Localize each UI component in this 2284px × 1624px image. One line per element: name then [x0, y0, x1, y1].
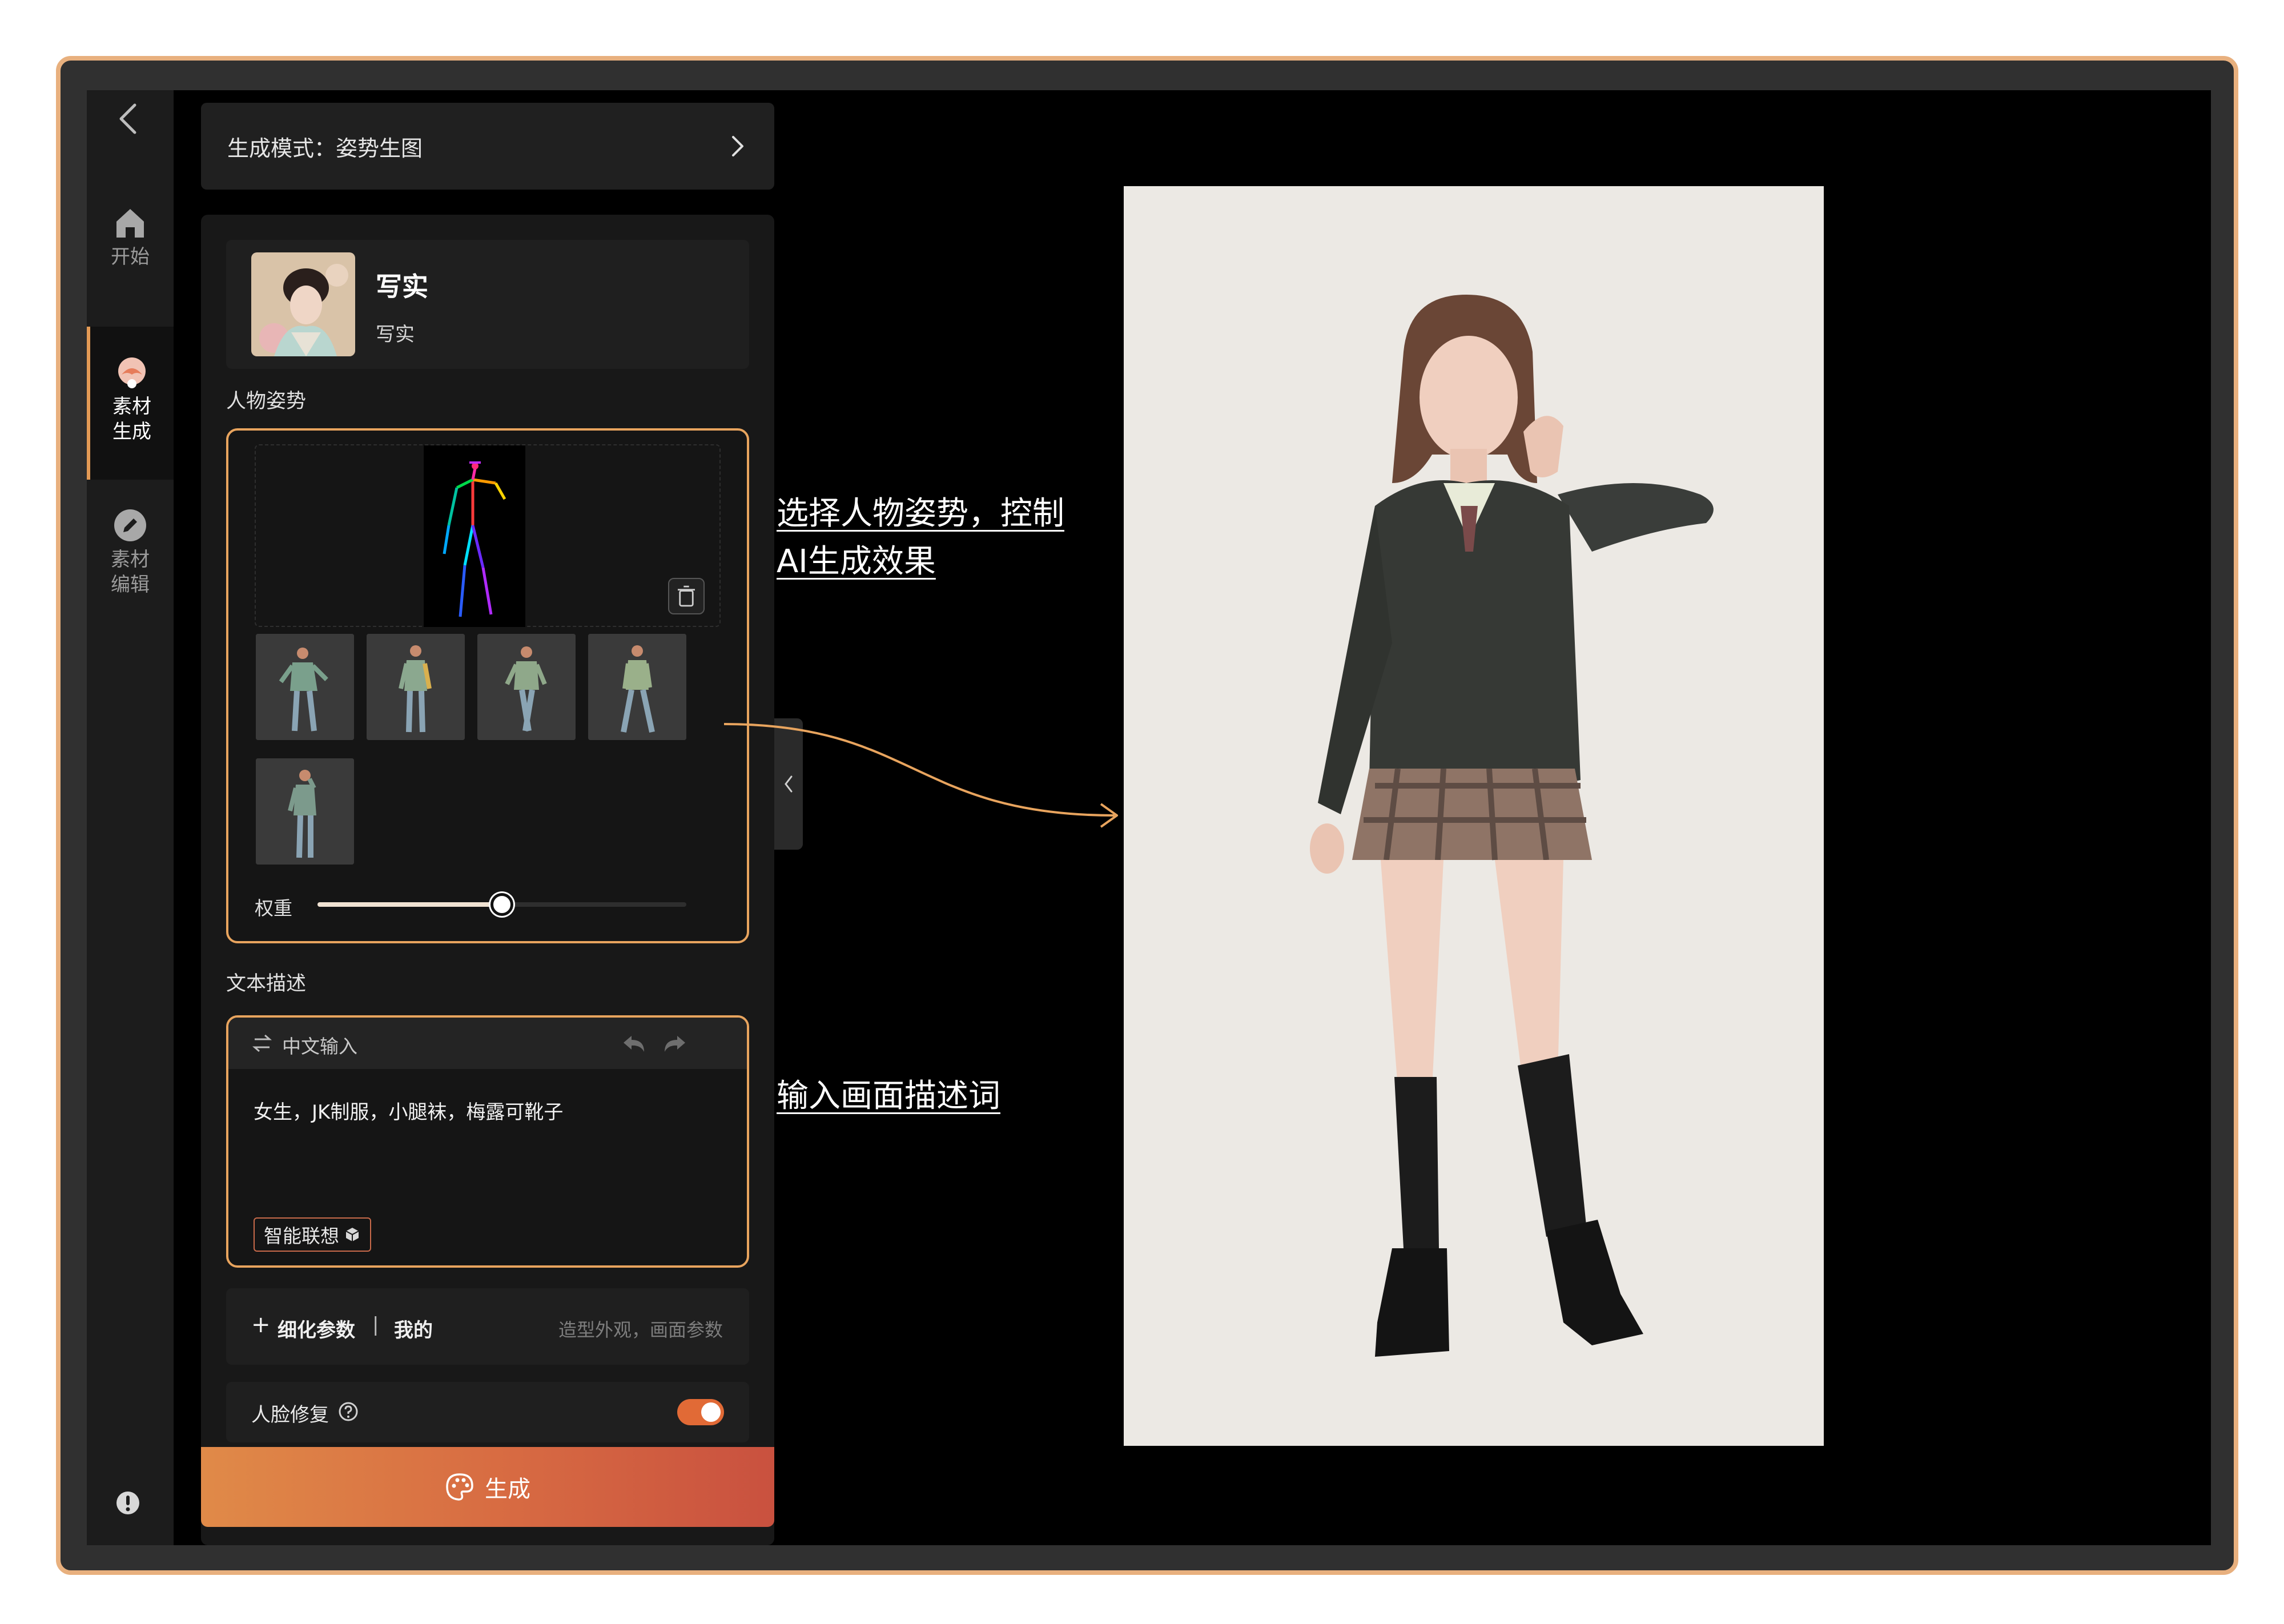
face-repair-toggle[interactable]	[677, 1399, 724, 1425]
app-screen: 开始 素材 生成 素材 编辑 生成模式：姿势生图 写实 写实 人物姿势 权重 文…	[87, 90, 2211, 1545]
pose-thumbnail[interactable]	[256, 758, 354, 865]
style-selector[interactable]: 写实 写实	[226, 240, 749, 369]
pose-annotation-line1: 选择人物姿势，控制	[777, 495, 1064, 532]
info-icon[interactable]	[115, 1490, 140, 1516]
text-description-input[interactable]: 女生，JK制服，小腿袜，梅露可靴子	[254, 1096, 563, 1124]
palette-icon	[446, 1473, 473, 1501]
back-chevron-icon[interactable]	[112, 101, 148, 137]
refine-params-hint: 造型外观，画面参数	[558, 1319, 723, 1341]
chevron-right-icon	[732, 136, 743, 156]
language-label: 中文输入	[282, 1035, 357, 1058]
delete-pose-button[interactable]	[668, 578, 705, 614]
cube-icon	[345, 1228, 359, 1241]
face-repair-row: 人脸修复	[226, 1382, 749, 1442]
pose-thumbnail[interactable]	[477, 634, 576, 740]
my-params-button[interactable]: 我的	[394, 1315, 433, 1342]
nav-item-start-label: 开始	[111, 246, 150, 268]
style-title: 写实	[376, 271, 428, 302]
pose-section-label: 人物姿势	[226, 390, 307, 413]
nav-item-start[interactable]: 开始	[87, 204, 174, 270]
chevron-left-icon	[785, 775, 793, 793]
face-repair-toggle-knob	[701, 1402, 721, 1422]
face-repair-label: 人脸修复	[251, 1404, 329, 1426]
collapse-panel-button[interactable]	[774, 718, 803, 850]
refine-params-row[interactable]: + 细化参数 | 我的 造型外观，画面参数	[226, 1288, 749, 1365]
weight-label: 权重	[255, 897, 292, 919]
generate-button[interactable]: 生成	[201, 1447, 774, 1527]
pose-thumbnail[interactable]	[256, 634, 354, 740]
generate-label: 生成	[485, 1476, 530, 1502]
smart-suggest-label: 智能联想	[264, 1225, 339, 1247]
settings-panel: 生成模式：姿势生图 写实 写实 人物姿势 权重 文本描述 中文输入 女生，JK制…	[201, 90, 774, 1545]
pose-annotation: 选择人物姿势，控制 AI生成效果	[777, 490, 1064, 586]
nav-rail: 开始 素材 生成 素材 编辑	[87, 90, 174, 1545]
pose-annotation-line2: AI生成效果	[777, 543, 936, 580]
refine-params-button[interactable]: 细化参数	[278, 1315, 355, 1342]
pose-panel: 权重	[226, 428, 749, 943]
material-generate-icon	[118, 357, 146, 388]
refine-separator: |	[372, 1313, 379, 1336]
nav-item-material-generate[interactable]: 素材 生成	[87, 327, 174, 480]
pose-preview	[255, 444, 721, 627]
generated-result-image	[1124, 186, 1824, 1446]
smart-suggest-button[interactable]: 智能联想	[254, 1217, 371, 1252]
home-icon	[116, 209, 144, 238]
language-swap-icon[interactable]	[251, 1032, 273, 1054]
weight-slider[interactable]	[317, 893, 686, 916]
nav-item-material-edit[interactable]: 素材 编辑	[87, 507, 174, 597]
app-window-frame: 开始 素材 生成 素材 编辑 生成模式：姿势生图 写实 写实 人物姿势 权重 文…	[56, 56, 2238, 1575]
pose-skeleton-image	[424, 445, 525, 627]
generation-mode-selector[interactable]: 生成模式：姿势生图	[201, 103, 774, 190]
redo-icon[interactable]	[661, 1032, 687, 1055]
pose-thumbnail[interactable]	[588, 634, 686, 740]
nav-item-material-edit-label: 素材 编辑	[111, 548, 150, 596]
text-section-label: 文本描述	[226, 972, 307, 995]
style-subtitle: 写实	[376, 323, 415, 346]
weight-slider-fill	[317, 902, 502, 907]
text-description-box[interactable]: 中文输入 女生，JK制服，小腿袜，梅露可靴子 智能联想	[226, 1015, 749, 1268]
help-icon[interactable]	[338, 1401, 359, 1422]
generation-mode-label: 生成模式：姿势生图	[227, 135, 423, 161]
undo-icon[interactable]	[621, 1032, 648, 1055]
weight-slider-handle[interactable]	[490, 893, 513, 916]
text-input-toolbar: 中文输入	[228, 1018, 747, 1069]
edit-icon	[114, 509, 146, 541]
plus-icon: +	[251, 1312, 271, 1338]
text-annotation: 输入画面描述词	[777, 1078, 1000, 1115]
style-thumbnail-image	[251, 252, 355, 356]
pose-thumbnail[interactable]	[367, 634, 465, 740]
settings-card: 写实 写实 人物姿势 权重 文本描述 中文输入 女生，JK制服，小腿袜，梅露可靴…	[201, 215, 774, 1545]
nav-item-material-generate-label: 素材 生成	[112, 395, 151, 443]
